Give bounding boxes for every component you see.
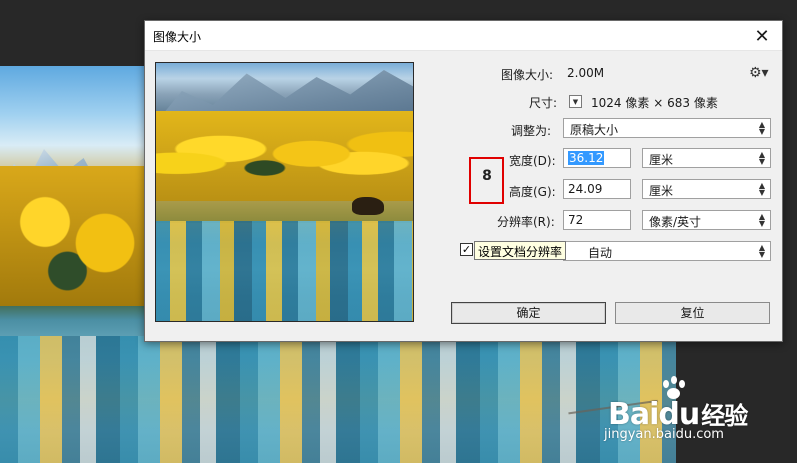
dimensions-height-unit: 像素 (693, 96, 718, 110)
resolution-label: 分辨率(R): (497, 215, 555, 229)
resample-method-select[interactable]: 自动 ▲ ▼ (563, 241, 771, 261)
width-unit-value: 厘米 (649, 153, 674, 167)
width-value: 36.12 (568, 151, 605, 165)
highlight-annotation-box (469, 157, 504, 204)
dimensions-unit-dropdown[interactable]: ▼ (569, 95, 582, 108)
watermark-url: jingyan.baidu.com (604, 427, 724, 442)
height-input[interactable]: 24.09 (563, 179, 631, 199)
dialog-titlebar[interactable]: 图像大小 ✕ (145, 21, 782, 51)
height-label: 高度(G): (509, 185, 556, 199)
canvas-trees (0, 166, 150, 306)
checkmark-icon: ✓ (461, 243, 472, 256)
height-unit-select[interactable]: 厘米 ▲ ▼ (642, 179, 771, 199)
resolution-unit-value: 像素/英寸 (649, 215, 702, 229)
chevron-down-icon: ▼ (572, 97, 579, 106)
width-label: 宽度(D): (509, 154, 556, 168)
resolution-value: 72 (568, 213, 584, 227)
canvas-reflection (0, 336, 676, 463)
preview-moose (352, 197, 384, 215)
image-size-dialog: 图像大小 ✕ 图像大小: 2.00M ⚙▾ 尺寸: ▼ 1024 像素 × 68… (144, 20, 783, 342)
height-value: 24.09 (568, 182, 603, 196)
resample-checkbox[interactable]: ✓ (460, 243, 473, 256)
close-icon: ✕ (754, 25, 770, 47)
fit-to-select[interactable]: 原稿大小 ▲ ▼ (563, 118, 771, 138)
resolution-input[interactable]: 72 (563, 210, 631, 230)
dimensions-value: 1024 像素 × 683 像素 (591, 94, 718, 111)
dimensions-height: 683 (667, 96, 691, 110)
select-arrows-icon: ▲ ▼ (758, 243, 765, 259)
ok-button[interactable]: 确定 (451, 302, 606, 324)
reset-button[interactable]: 复位 (615, 302, 770, 324)
width-unit-select[interactable]: 厘米 ▲ ▼ (642, 148, 771, 168)
baidu-jingyan-watermark: Baidu经验 jingyan.baidu.com (588, 374, 768, 444)
dimensions-width-unit: 像素 (625, 96, 650, 110)
dimensions-width: 1024 (591, 96, 622, 110)
image-size-value: 2.00M (567, 66, 605, 80)
width-input[interactable]: 36.12 (563, 148, 631, 168)
resample-method-value: 自动 (588, 246, 613, 260)
select-arrows-icon: ▲ ▼ (758, 150, 765, 166)
select-arrows-icon: ▲ ▼ (758, 212, 765, 228)
dialog-title: 图像大小 (153, 30, 202, 44)
select-arrows-icon: ▲ ▼ (758, 181, 765, 197)
select-arrows-icon: ▲ ▼ (758, 120, 765, 136)
image-size-label: 图像大小: (501, 68, 554, 82)
resample-tooltip: 设置文档分辨率 (474, 241, 567, 260)
dimensions-label: 尺寸: (529, 96, 558, 110)
height-unit-value: 厘米 (649, 184, 674, 198)
preview-water (156, 221, 413, 321)
fit-to-label: 调整为: (511, 124, 552, 138)
close-button[interactable]: ✕ (742, 21, 782, 51)
resolution-unit-select[interactable]: 像素/英寸 ▲ ▼ (642, 210, 771, 230)
watermark-logo-cn: 经验 (701, 402, 748, 430)
dimensions-separator: × (653, 96, 664, 110)
image-preview[interactable] (155, 62, 414, 322)
fit-to-value: 原稿大小 (570, 123, 619, 137)
preview-trees (156, 111, 413, 206)
gear-icon[interactable]: ⚙▾ (749, 65, 769, 81)
